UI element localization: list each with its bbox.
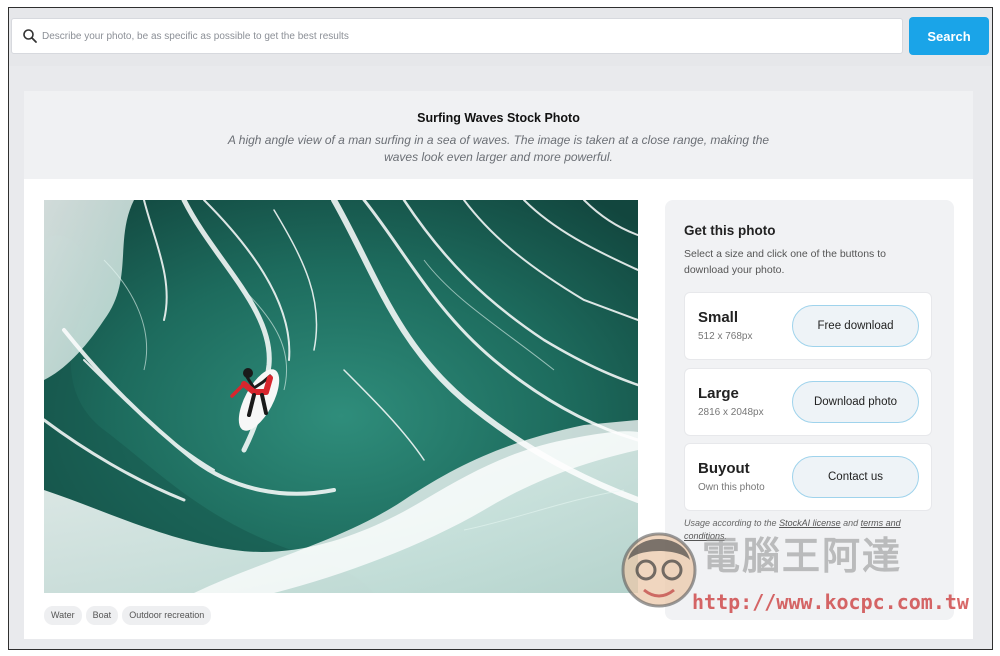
option-name: Large (698, 385, 739, 402)
photo-card: Surfing Waves Stock Photo A high angle v… (24, 91, 973, 639)
search-input[interactable] (42, 19, 892, 53)
option-size: 2816 x 2048px (698, 407, 764, 418)
surfing-photo (44, 200, 638, 593)
option-size: 512 x 768px (698, 331, 753, 342)
option-name: Small (698, 309, 739, 326)
search-field[interactable] (11, 18, 903, 54)
contact-us-button[interactable]: Contact us (792, 456, 919, 498)
download-photo-button[interactable]: Download photo (792, 381, 919, 423)
license-link[interactable]: StockAI license (779, 518, 841, 528)
tag-list: Water Boat Outdoor recreation (44, 603, 215, 625)
license-suffix: . (724, 531, 728, 541)
tag-chip[interactable]: Outdoor recreation (122, 606, 212, 625)
option-name: Buyout (698, 460, 750, 477)
panel-subtitle: Select a size and click one of the butto… (684, 248, 886, 276)
search-button[interactable]: Search (909, 17, 989, 55)
license-middle: and (840, 518, 861, 528)
free-download-button[interactable]: Free download (792, 305, 919, 347)
search-bar: Search (9, 8, 992, 66)
browser-frame: Search Surfing Waves Stock Photo A high … (8, 7, 993, 650)
option-size: Own this photo (698, 482, 765, 493)
size-option-large: Large 2816 x 2048px Download photo (684, 368, 932, 436)
photo-title: Surfing Waves Stock Photo (417, 111, 580, 125)
surfing-photo-image (44, 200, 638, 593)
size-option-small: Small 512 x 768px Free download (684, 292, 932, 360)
tag-chip[interactable]: Boat (85, 606, 119, 625)
photo-header: Surfing Waves Stock Photo A high angle v… (24, 91, 973, 179)
photo-description: A high angle view of a man surfing in a … (227, 133, 770, 164)
tag-chip[interactable]: Water (44, 606, 82, 625)
get-photo-panel: Get this photo Select a size and click o… (665, 200, 954, 620)
size-option-buyout: Buyout Own this photo Contact us (684, 443, 932, 511)
panel-title: Get this photo (684, 223, 776, 238)
search-icon (23, 29, 37, 43)
license-prefix: Usage according to the (684, 518, 780, 528)
license-note: Usage according to the StockAI license a… (684, 517, 934, 543)
